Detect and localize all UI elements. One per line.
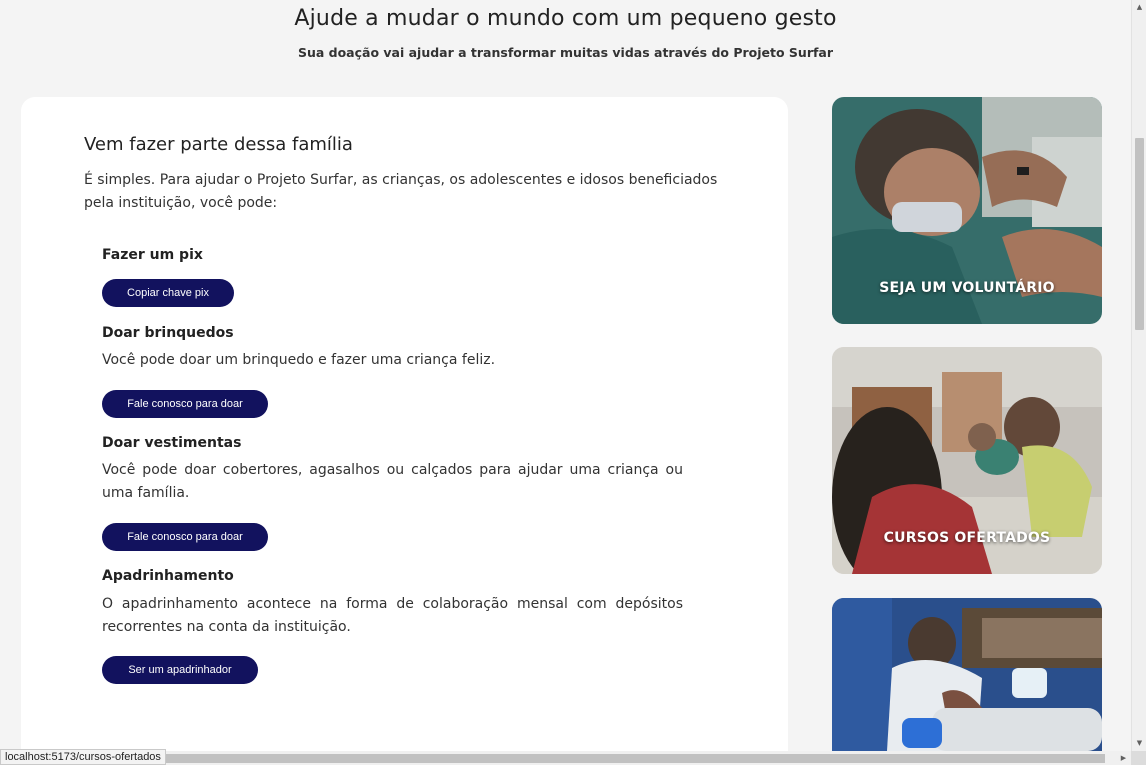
link-status-bar: localhost:5173/cursos-ofertados [0,749,166,765]
vertical-scrollbar[interactable]: ▲ ▼ [1131,0,1146,751]
scroll-right-icon[interactable]: ▶ [1116,751,1131,765]
courses-card[interactable]: CURSOS OFERTADOS [832,347,1102,574]
page-subtitle: Sua doação vai ajudar a transformar muit… [297,45,834,60]
workshop-photo [832,598,1102,751]
toys-text: Você pode doar um brinquedo e fazer uma … [102,352,496,368]
become-sponsor-button[interactable]: Ser um apadrinhador [102,656,258,684]
copy-pix-button[interactable]: Copiar chave pix [102,279,234,307]
horizontal-scrollbar[interactable]: ◀ ▶ [0,751,1131,765]
contact-donate-toys-button[interactable]: Fale conosco para doar [102,390,268,418]
donation-card: Vem fazer parte dessa família É simples.… [21,97,788,765]
clothes-text: Você pode doar cobertores, agasalhos ou … [102,462,683,501]
vertical-scroll-thumb[interactable] [1135,138,1144,330]
clothes-title: Doar vestimentas [102,435,242,451]
volunteer-card[interactable]: SEJA UM VOLUNTÁRIO [832,97,1102,324]
contact-donate-clothes-button[interactable]: Fale conosco para doar [102,523,268,551]
donation-section-title: Vem fazer parte dessa família [84,134,353,155]
sponsorship-text: O apadrinhamento acontece na forma de co… [102,596,683,635]
pix-title: Fazer um pix [102,247,203,263]
horizontal-scroll-thumb[interactable] [150,754,1105,763]
volunteer-label: SEJA UM VOLUNTÁRIO [879,280,1055,296]
donation-intro: É simples. Para ajudar o Projeto Surfar,… [84,172,718,211]
scroll-down-icon[interactable]: ▼ [1132,736,1146,751]
courses-label: CURSOS OFERTADOS [883,530,1051,546]
toys-title: Doar brinquedos [102,325,234,341]
scrollbar-corner [1131,751,1146,765]
scroll-up-icon[interactable]: ▲ [1132,0,1146,15]
sponsorship-title: Apadrinhamento [102,568,234,584]
page-title: Ajude a mudar o mundo com um pequeno ges… [294,6,837,31]
workshop-card[interactable] [832,598,1102,751]
